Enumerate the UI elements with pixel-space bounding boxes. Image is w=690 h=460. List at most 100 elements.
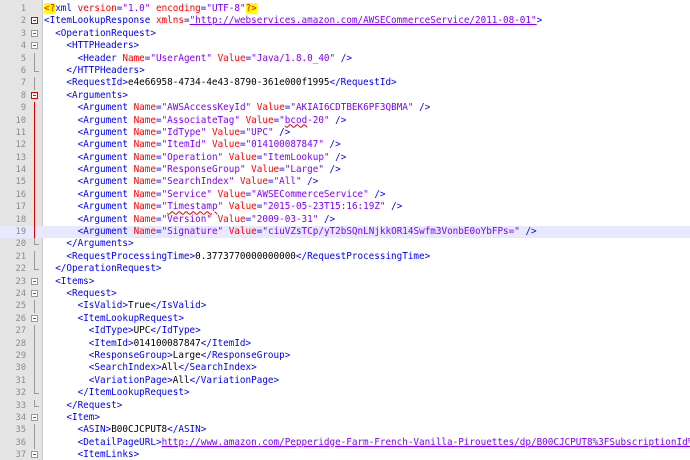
code-line[interactable]: 9 <Argument Name="AWSAccessKeyId" Value="… xyxy=(0,102,690,115)
line-number: 29 xyxy=(15,350,26,361)
fold-toggle-icon[interactable] xyxy=(31,314,38,322)
code-line[interactable]: 35 <ASIN>B00CJCPUT8</ASIN> xyxy=(0,424,690,437)
fold-guide-line xyxy=(34,250,35,264)
xml-token: All xyxy=(172,374,190,386)
xml-token: "Operation" xyxy=(161,151,224,163)
line-number: 26 xyxy=(15,313,26,324)
xml-token: </IdType> xyxy=(150,325,201,337)
code-line[interactable]: 19 <Argument Name="Signature" Value="ciuV… xyxy=(0,226,690,239)
xml-token: <ResponseGroup> xyxy=(88,349,173,361)
code-area[interactable]: 1 <?xml version="1.0" encoding="UTF-8"?> 2… xyxy=(0,3,690,460)
xml-token: "2009-03-31" xyxy=(251,213,319,225)
code-line[interactable]: 8 <Arguments> xyxy=(0,90,690,102)
code-line[interactable]: 27 <IdType>UPC</IdType> xyxy=(0,325,690,338)
xml-token: <Arguments> xyxy=(66,89,128,101)
xml-token: <ItemId> xyxy=(88,337,134,349)
xml-token: /> xyxy=(385,201,403,213)
xml-token: xml xyxy=(55,3,78,14)
xml-token: Value xyxy=(217,188,246,200)
xml-token: UPC xyxy=(133,325,151,337)
xml-token: "ciuVZsTCp/yT2bSQnLNjkkOR14Swfm3VonbE0oY… xyxy=(262,226,520,238)
fold-toggle-icon[interactable] xyxy=(31,451,38,459)
fold-toggle-icon[interactable] xyxy=(31,91,38,99)
line-number: 5 xyxy=(20,53,26,64)
code-line[interactable]: 4 <HTTPHeaders> xyxy=(0,40,690,52)
fold-guide-line xyxy=(34,300,35,313)
xml-token: <Argument xyxy=(77,139,134,151)
xml-token: Name xyxy=(133,213,156,225)
code-line[interactable]: 13 <Argument Name="Operation" Value="Item… xyxy=(0,151,690,165)
xml-token: <ASIN> xyxy=(77,424,112,436)
xml-token: <Item> xyxy=(66,411,100,423)
xml-token: <Argument xyxy=(77,126,134,138)
fold-toggle-icon[interactable] xyxy=(31,413,38,421)
code-text: </OperationRequest> xyxy=(44,263,161,275)
code-line[interactable]: 22 </OperationRequest> xyxy=(0,263,690,275)
code-line[interactable]: 15 <Argument Name="SearchIndex" Value="Al… xyxy=(0,176,690,189)
code-line[interactable]: 21 <RequestProcessingTime>0.3773770000000… xyxy=(0,250,690,264)
code-text: <Argument Name="AWSAccessKeyId" Value="A… xyxy=(44,102,431,114)
xml-token: "Java/1.8.0_40" xyxy=(251,52,336,64)
xml-token: Name xyxy=(133,176,156,188)
xml-token: Name xyxy=(133,188,156,200)
xml-token: </RequestProcessingTime> xyxy=(295,250,431,262)
code-line[interactable]: 14 <Argument Name="ResponseGroup" Value="… xyxy=(0,164,690,177)
xml-token: All xyxy=(161,362,179,374)
fold-end-marker xyxy=(34,387,39,395)
fold-toggle-icon[interactable] xyxy=(31,17,38,25)
xml-token: "http://webservices.amazon.com/AWSEComme… xyxy=(189,15,537,27)
code-text: <ItemLookupResponse xmlns="http://webser… xyxy=(44,15,542,27)
xml-token: Name xyxy=(133,164,156,176)
line-number: 35 xyxy=(15,425,26,436)
code-line[interactable]: 11 <Argument Name="IdType" Value="UPC" /> xyxy=(0,126,690,140)
code-line[interactable]: 2 <ItemLookupResponse xmlns="http://webse… xyxy=(0,15,690,27)
code-line[interactable]: 24 <Request> xyxy=(0,288,690,300)
code-line[interactable]: 34 <Item> xyxy=(0,412,690,424)
xml-token: "2015-05-23T15:16:19Z" xyxy=(262,201,386,213)
code-line[interactable]: 7 <RequestId>e4e66958-4734-4e43-8790-361e… xyxy=(0,77,690,90)
code-line[interactable]: 6 </HTTPHeaders> xyxy=(0,64,690,77)
xml-token: </ItemId> xyxy=(200,337,252,349)
code-text: <Argument Name="Operation" Value="ItemLo… xyxy=(44,151,347,164)
code-line[interactable]: 20 </Arguments> xyxy=(0,238,690,250)
xml-token: bcod xyxy=(284,114,308,126)
code-line[interactable]: 17 <Argument Name="Timestamp" Value="2015… xyxy=(0,201,690,214)
code-line[interactable]: 12 <Argument Name="ItemId" Value="0141000… xyxy=(0,139,690,152)
code-line[interactable]: 29 <ResponseGroup>Large</ResponseGroup> xyxy=(0,349,690,363)
line-number: 16 xyxy=(15,189,26,200)
fold-toggle-icon[interactable] xyxy=(31,277,38,285)
xml-token: <HTTPHeaders> xyxy=(66,40,140,52)
xml-token: Name xyxy=(133,151,156,163)
xml-editor[interactable]: 1 <?xml version="1.0" encoding="UTF-8"?> 2… xyxy=(0,0,690,460)
code-line[interactable]: 18 <Argument Name="Version" Value="2009-0… xyxy=(0,213,690,227)
code-line[interactable]: 31 <VariationPage>All</VariationPage> xyxy=(0,374,690,388)
code-line[interactable]: 30 <SearchIndex>All</SearchIndex> xyxy=(0,362,690,375)
code-line[interactable]: 3 <OperationRequest> xyxy=(0,28,690,40)
code-line[interactable]: 5 <Header Name="UserAgent" Value="Java/1.… xyxy=(0,52,690,65)
code-line[interactable]: 10 <Argument Name="AssociateTag" Value="b… xyxy=(0,114,690,127)
fold-guide-line xyxy=(34,374,35,388)
code-line[interactable]: 16 <Argument Name="Service" Value="AWSECo… xyxy=(0,188,690,202)
code-text: <Argument Name="IdType" Value="UPC" /> xyxy=(44,126,291,139)
code-line[interactable]: 26 <ItemLookupRequest> xyxy=(0,313,690,325)
fold-toggle-icon[interactable] xyxy=(31,42,38,50)
code-text: <Arguments> xyxy=(44,90,128,102)
line-number: 25 xyxy=(15,301,26,312)
xml-token: Timestamp xyxy=(167,201,218,213)
xml-token: <ItemLookupRequest> xyxy=(77,312,184,324)
fold-toggle-icon[interactable] xyxy=(31,29,38,37)
fold-guide-line xyxy=(34,164,35,177)
fold-toggle-icon[interactable] xyxy=(31,289,38,297)
xml-token: Name xyxy=(133,139,156,151)
code-line[interactable]: 32 </ItemLookupRequest> xyxy=(0,387,690,399)
code-line[interactable]: 1 <?xml version="1.0" encoding="UTF-8"?> xyxy=(0,3,690,15)
code-text: <VariationPage>All</VariationPage> xyxy=(44,375,279,387)
code-line[interactable]: 37 <ItemLinks> xyxy=(0,449,690,460)
line-number: 28 xyxy=(15,338,26,349)
code-line[interactable]: 28 <ItemId>014100087847</ItemId> xyxy=(0,337,690,350)
xml-token: "AWSAccessKeyId" xyxy=(161,102,252,114)
code-line[interactable]: 33 </Request> xyxy=(0,399,690,412)
code-line[interactable]: 25 <IsValid>True</IsValid> xyxy=(0,300,690,313)
code-line[interactable]: 23 <Items> xyxy=(0,276,690,288)
code-line[interactable]: 36 <DetailPageURL>http://www.amazon.com/P… xyxy=(0,436,690,450)
